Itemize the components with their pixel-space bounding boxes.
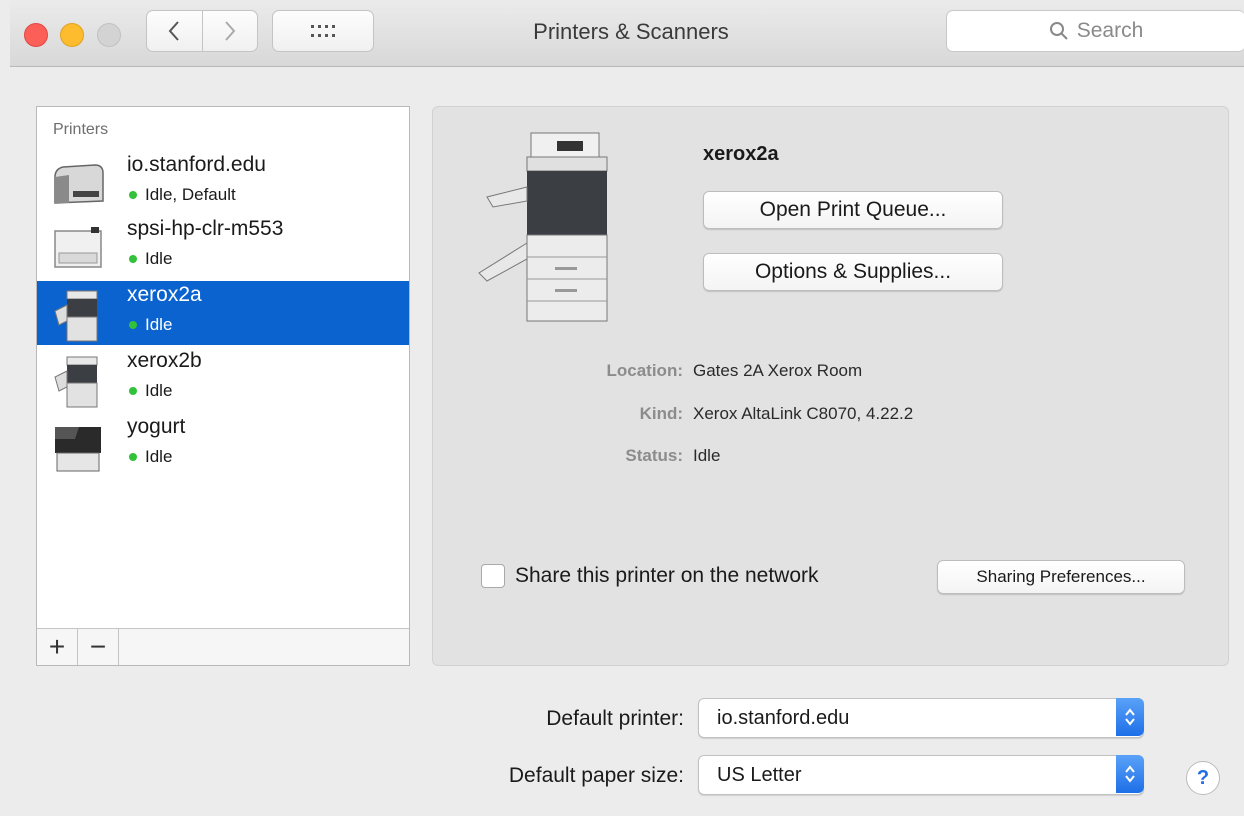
status-dot <box>129 191 137 199</box>
printer-status-text: Idle <box>145 447 173 466</box>
printer-name: xerox2b <box>127 349 202 372</box>
share-printer-label: Share this printer on the network <box>515 564 819 587</box>
printer-name: xerox2a <box>127 283 202 306</box>
options-supplies-button[interactable]: Options & Supplies... <box>703 253 1003 291</box>
copier-printer-icon <box>54 290 98 342</box>
title-bar: Printers & Scanners Search <box>10 0 1244 67</box>
select-arrows-icon <box>1116 755 1144 793</box>
status-dot <box>129 321 137 329</box>
location-value: Gates 2A Xerox Room <box>693 361 863 380</box>
printer-status: Idle <box>127 249 172 269</box>
laser-printer-icon <box>55 427 101 472</box>
search-icon <box>1049 22 1068 40</box>
chevron-left-icon <box>168 21 179 41</box>
grid-icon <box>311 25 335 37</box>
status-dot <box>129 255 137 263</box>
copier-printer-icon <box>478 132 608 322</box>
printer-name: spsi-hp-clr-m553 <box>127 217 284 240</box>
printer-status-text: Idle <box>145 249 173 268</box>
printers-list: Printers io.stanford.edu Idle, Default s… <box>36 106 410 666</box>
printers-list-toolbar: + − <box>37 628 409 665</box>
printer-item-spsi-hp-clr-m553[interactable]: spsi-hp-clr-m553 Idle <box>37 215 409 279</box>
printer-name: yogurt <box>127 415 186 438</box>
help-button[interactable]: ? <box>1186 761 1220 795</box>
paper-size-select[interactable]: US Letter <box>698 755 1144 795</box>
window-title: Printers & Scanners <box>533 19 729 44</box>
default-printer-value: io.stanford.edu <box>717 707 850 729</box>
paper-size-value: US Letter <box>717 764 802 786</box>
status-label: Status: <box>625 446 683 465</box>
paper-size-label: Default paper size: <box>508 764 684 787</box>
back-button[interactable] <box>147 11 202 51</box>
laser-printer-icon <box>54 227 102 268</box>
laser-printer-icon <box>54 164 104 204</box>
default-printer-label: Default printer: <box>546 707 684 730</box>
status-value: Idle <box>693 446 721 465</box>
zoom-window-button[interactable] <box>97 23 121 47</box>
sharing-preferences-button[interactable]: Sharing Preferences... <box>937 560 1185 594</box>
close-window-button[interactable] <box>24 23 48 47</box>
status-dot <box>129 387 137 395</box>
open-print-queue-button[interactable]: Open Print Queue... <box>703 191 1003 229</box>
selected-printer-name: xerox2a <box>703 143 779 165</box>
printer-item-xerox2a[interactable]: xerox2a Idle <box>37 281 409 345</box>
kind-label: Kind: <box>639 404 683 423</box>
printer-status: Idle <box>127 447 172 467</box>
printer-item-io-stanford-edu[interactable]: io.stanford.edu Idle, Default <box>37 151 409 215</box>
kind-value: Xerox AltaLink C8070, 4.22.2 <box>693 404 914 423</box>
printer-item-xerox2b[interactable]: xerox2b Idle <box>37 347 409 411</box>
show-all-button[interactable] <box>272 10 374 52</box>
printer-detail-panel: xerox2a Open Print Queue... Options & Su… <box>432 106 1229 666</box>
printer-status: Idle <box>127 315 172 335</box>
printers-list-header: Printers <box>53 121 109 138</box>
select-arrows-icon <box>1116 698 1144 736</box>
chevron-right-icon <box>225 21 236 41</box>
share-printer-checkbox[interactable] <box>481 564 505 588</box>
printer-name: io.stanford.edu <box>127 153 266 176</box>
navigation-buttons <box>146 10 258 52</box>
printer-status: Idle <box>127 381 172 401</box>
share-printer-option[interactable]: Share this printer on the network <box>481 564 819 588</box>
printer-item-yogurt[interactable]: yogurt Idle <box>37 413 409 477</box>
minimize-window-button[interactable] <box>60 23 84 47</box>
printer-status: Idle, Default <box>127 185 236 205</box>
status-dot <box>129 453 137 461</box>
printer-status-text: Idle <box>145 381 173 400</box>
search-placeholder: Search <box>1076 19 1144 42</box>
printer-status-text: Idle, Default <box>145 185 236 204</box>
default-printer-select[interactable]: io.stanford.edu <box>698 698 1144 738</box>
forward-button[interactable] <box>201 11 258 51</box>
copier-printer-icon <box>54 356 98 408</box>
printer-status-text: Idle <box>145 315 173 334</box>
add-printer-button[interactable]: + <box>37 629 78 665</box>
location-label: Location: <box>606 361 684 380</box>
search-input[interactable]: Search <box>946 10 1244 52</box>
remove-printer-button[interactable]: − <box>78 629 119 665</box>
